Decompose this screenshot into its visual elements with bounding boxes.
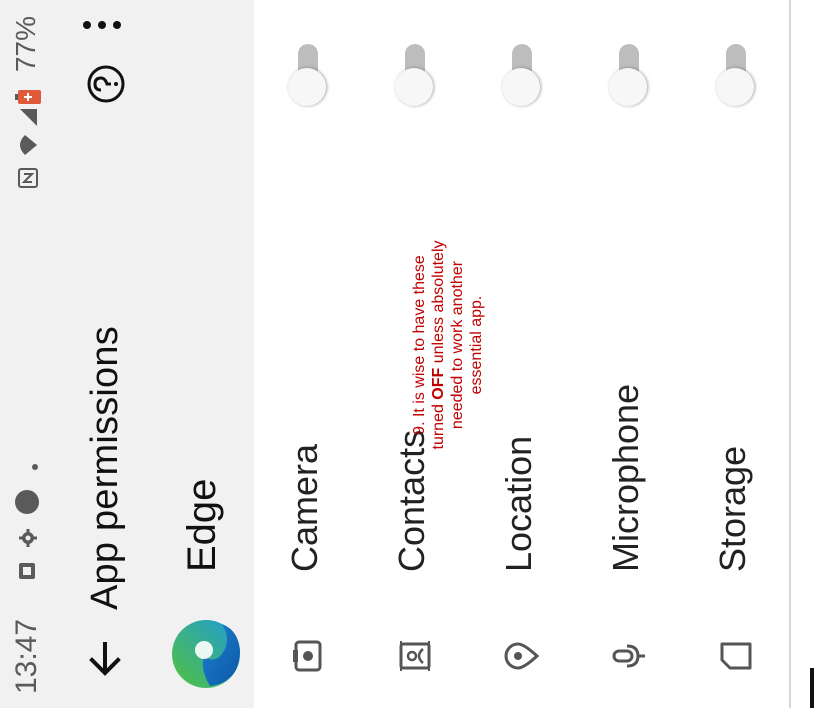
storage-toggle[interactable]: [716, 44, 754, 106]
microphone-toggle[interactable]: [609, 44, 647, 106]
location-icon: [504, 638, 540, 674]
battery-icon: [15, 90, 41, 104]
permission-label: Camera: [284, 443, 325, 572]
settings-icon: [18, 528, 38, 548]
microphone-icon: [611, 638, 647, 674]
more-options-icon[interactable]: [76, 20, 130, 30]
signal-icon: [18, 108, 38, 128]
annotation-note: 9. It is wise to have these turned OFF u…: [410, 240, 486, 450]
app-name: Edge: [180, 478, 224, 572]
permission-row-microphone[interactable]: Microphone: [575, 0, 684, 708]
back-arrow-icon[interactable]: [84, 638, 126, 680]
status-bar: 13:47 77%: [0, 0, 56, 708]
annotation-emphasis: OFF: [430, 367, 447, 400]
permission-label: Contacts: [391, 429, 432, 572]
permission-label: Storage: [712, 445, 753, 572]
app-header: Edge: [156, 0, 254, 708]
phone-screen: 13:47 77% App permissions Edge Camera Co…: [0, 0, 819, 708]
edge-logo-icon: [170, 618, 242, 690]
permission-row-storage[interactable]: Storage: [682, 0, 791, 708]
nfc-icon: [18, 168, 38, 188]
location-toggle[interactable]: [502, 44, 540, 106]
bottom-edge-bar: [810, 668, 814, 708]
dot-icon: [14, 489, 40, 515]
camera-toggle[interactable]: [288, 44, 326, 106]
battery-percent: 77%: [10, 16, 41, 73]
wifi-icon: [18, 135, 38, 156]
camera-icon: [290, 638, 326, 674]
app-notification-icon: [18, 560, 38, 580]
permission-row-camera[interactable]: Camera: [254, 0, 363, 708]
status-time: 13:47: [10, 618, 43, 694]
permission-label: Location: [498, 435, 539, 572]
screenshot-stage: 13:47 77% App permissions Edge Camera Co…: [0, 0, 819, 708]
contacts-toggle[interactable]: [395, 44, 433, 106]
help-icon[interactable]: [86, 64, 126, 104]
page-title: App permissions: [84, 326, 126, 610]
storage-icon: [718, 638, 754, 674]
app-bar: App permissions: [56, 0, 156, 708]
small-dot-icon: [25, 464, 38, 470]
contacts-icon: [397, 638, 433, 674]
permission-label: Microphone: [605, 383, 646, 572]
